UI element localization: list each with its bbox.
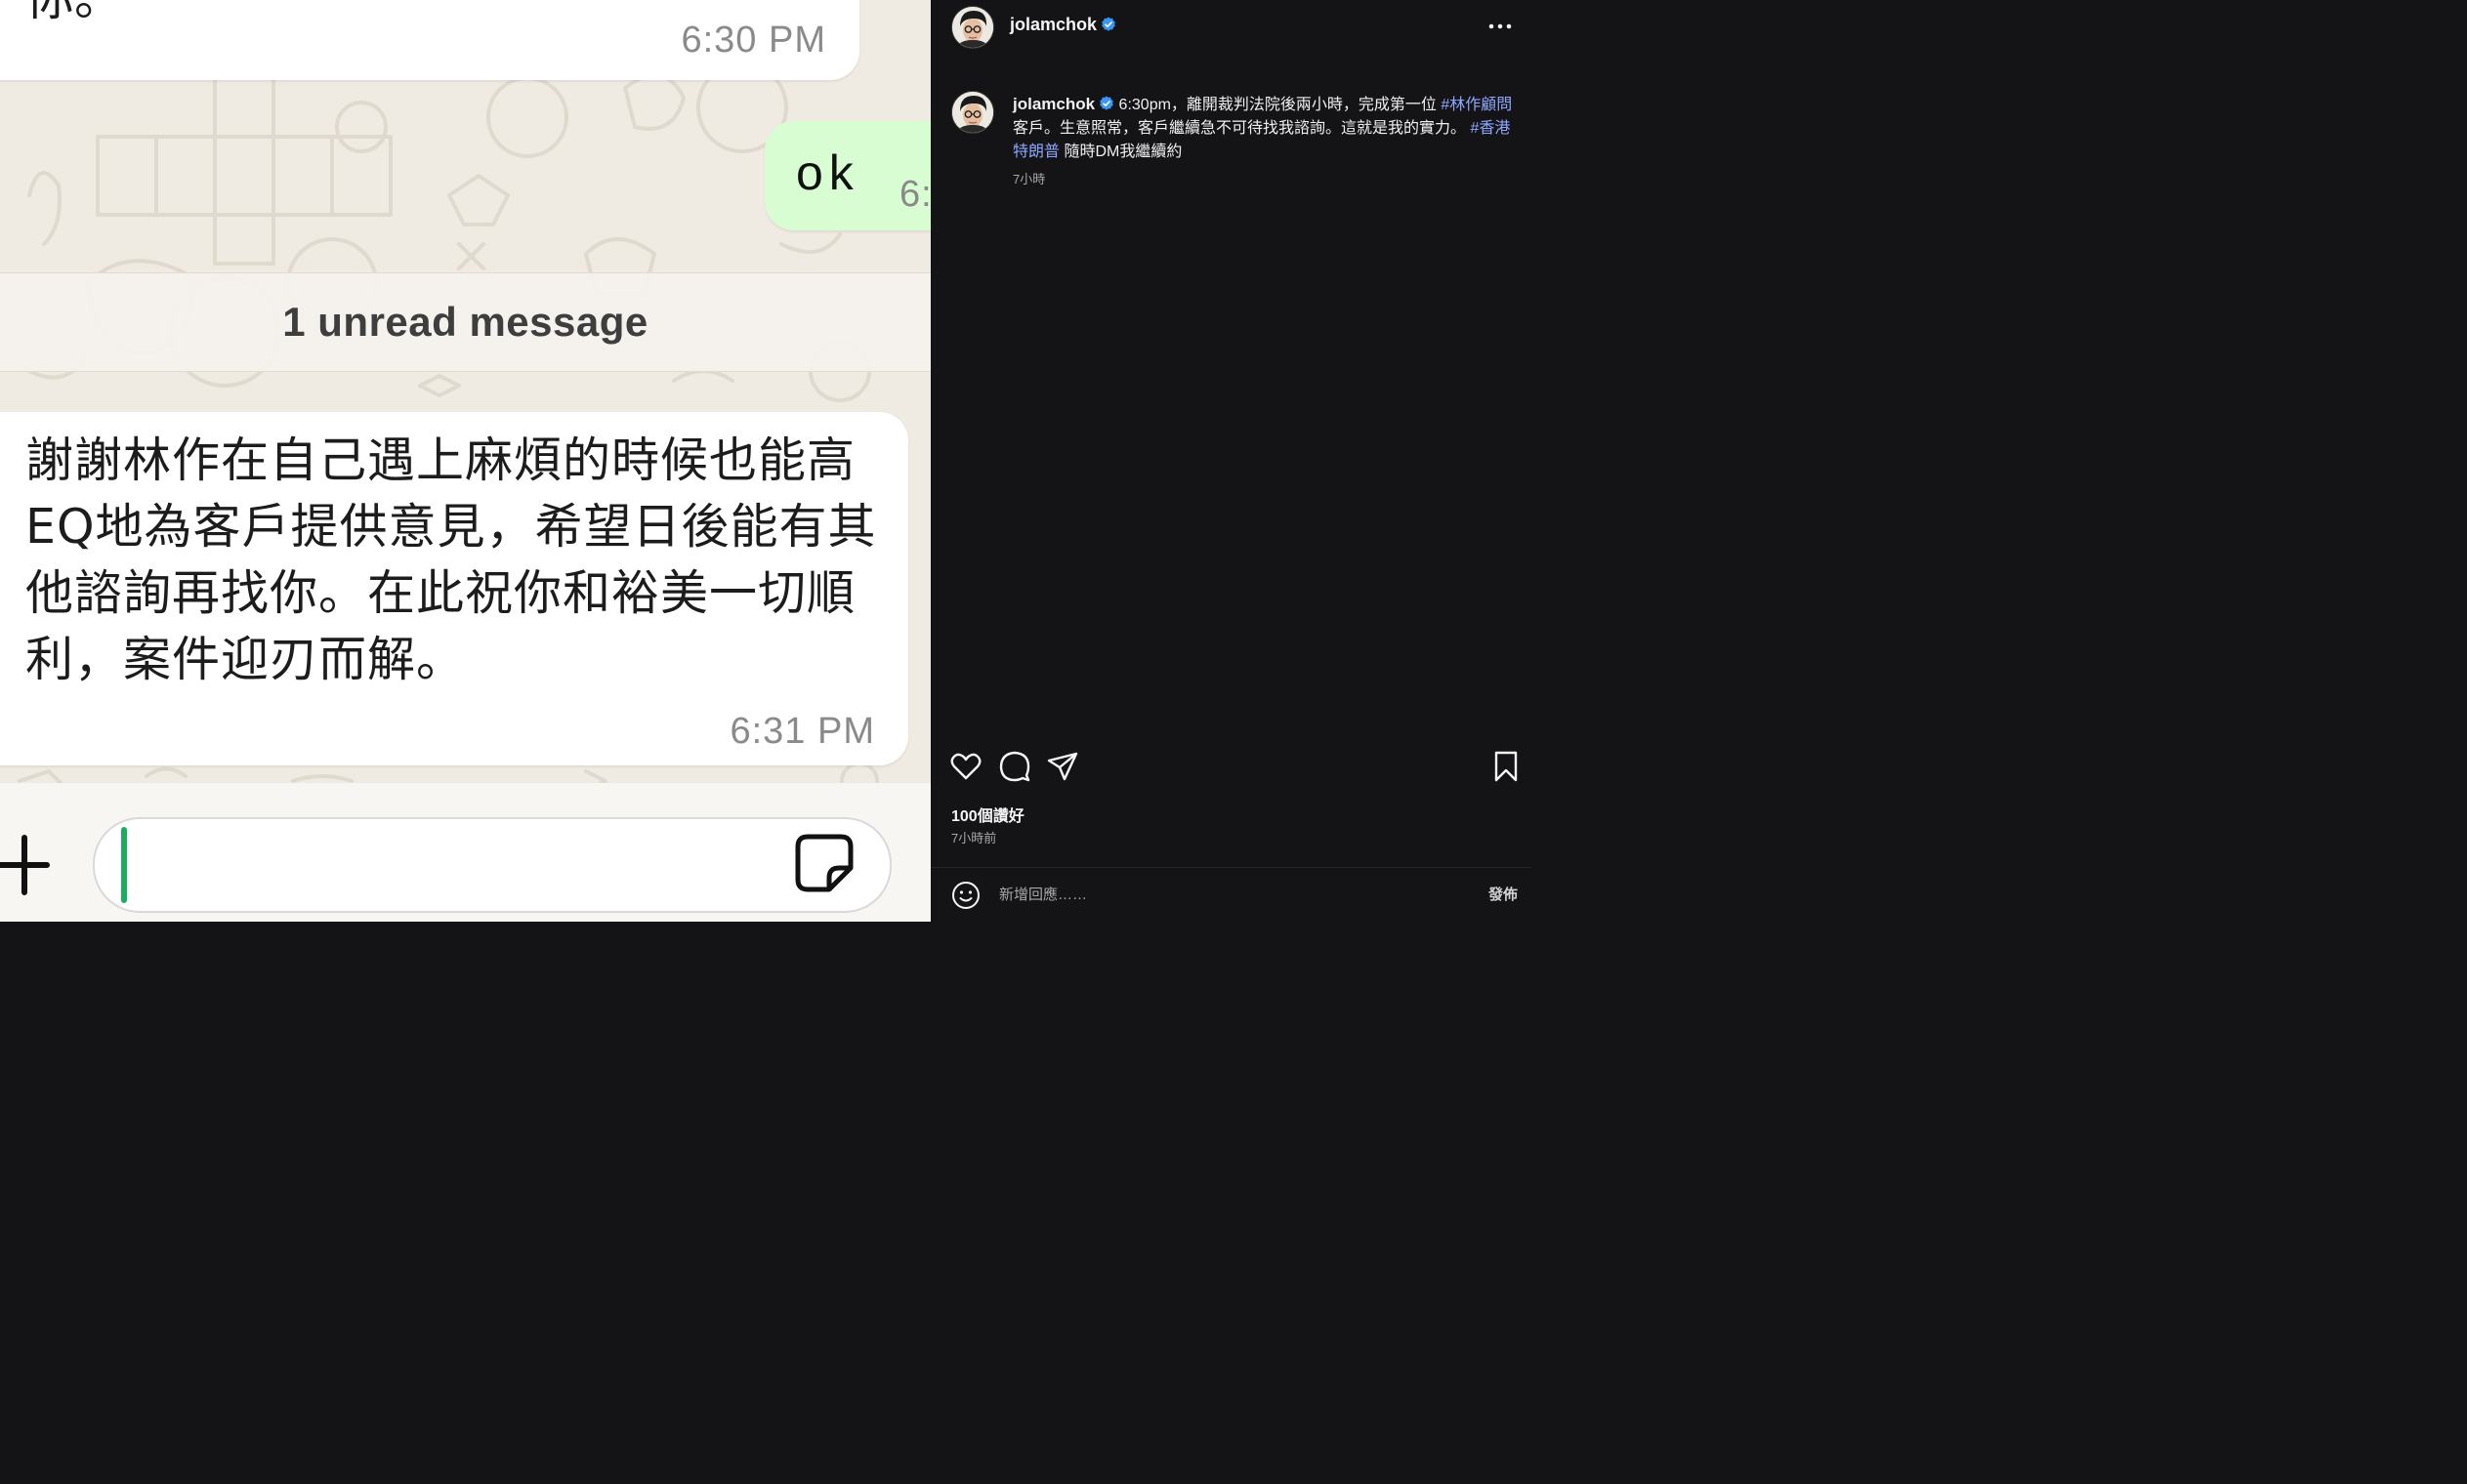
message-input[interactable]	[93, 817, 892, 913]
hashtag-link[interactable]: #林作顧問	[1441, 97, 1512, 113]
message-text: 謝謝林作在自己遇上麻煩的時候也能高EQ地為客戶提供意見，希望日後能有其他諮詢再找…	[25, 433, 877, 687]
text-caret	[121, 827, 127, 903]
message-text: ok	[796, 145, 859, 200]
username-label[interactable]: jolamchok	[1010, 15, 1097, 34]
instagram-post-panel: jolamchok jolamchok 6:30pm，離開裁判法院後兩小時，完成…	[931, 0, 1531, 922]
message-time: 6:	[899, 174, 931, 215]
message-time: 6:30 PM	[681, 20, 826, 61]
message-time: 6:31 PM	[730, 711, 875, 752]
message-composer	[0, 783, 931, 922]
plus-icon[interactable]	[0, 832, 51, 896]
more-options-icon[interactable]	[1486, 16, 1514, 37]
sent-message-bubble[interactable]: ok 6:	[765, 121, 931, 230]
heart-icon[interactable]	[949, 750, 983, 783]
received-message-bubble[interactable]: 你。 6:30 PM	[0, 0, 859, 80]
caption-timestamp: 7小時	[1013, 172, 1046, 186]
message-text: 你。	[25, 0, 123, 29]
avatar[interactable]	[951, 6, 994, 49]
post-actions	[931, 750, 1531, 789]
comment-input[interactable]: 新增回應……	[999, 884, 1087, 904]
caption-text: 6:30pm，離開裁判法院後兩小時，完成第一位	[1118, 97, 1442, 113]
caption-username[interactable]: jolamchok	[1013, 95, 1095, 113]
caption-text: 客戶。生意照常，客戶繼續急不可待找我諮詢。這就是我的實力。	[1013, 120, 1471, 137]
comment-bar: 新增回應…… 發佈	[931, 867, 1531, 923]
unread-label: 1 unread message	[282, 299, 648, 345]
bookmark-icon[interactable]	[1489, 750, 1523, 783]
received-message-bubble[interactable]: 謝謝林作在自己遇上麻煩的時候也能高EQ地為客戶提供意見，希望日後能有其他諮詢再找…	[0, 412, 908, 765]
share-icon[interactable]	[1046, 750, 1079, 783]
emoji-icon[interactable]	[951, 881, 981, 910]
post-comment-button[interactable]: 發佈	[1488, 884, 1518, 904]
post-caption: jolamchok 6:30pm，離開裁判法院後兩小時，完成第一位 #林作顧問 …	[1013, 93, 1523, 164]
verified-badge-icon	[1100, 96, 1113, 110]
post-timestamp: 7小時前	[951, 831, 997, 845]
like-count[interactable]: 100個讚好	[951, 803, 1024, 826]
verified-badge-icon	[1102, 17, 1115, 31]
chat-screenshot: 你。 6:30 PM ok 6: 1 unread message 謝謝林作在自…	[0, 0, 931, 922]
avatar[interactable]	[951, 91, 994, 134]
sticker-icon[interactable]	[794, 833, 855, 893]
comment-icon[interactable]	[998, 750, 1031, 783]
header-username[interactable]: jolamchok	[1010, 15, 1116, 35]
unread-divider: 1 unread message	[0, 272, 931, 372]
caption-text: 隨時DM我繼續約	[1060, 144, 1183, 160]
